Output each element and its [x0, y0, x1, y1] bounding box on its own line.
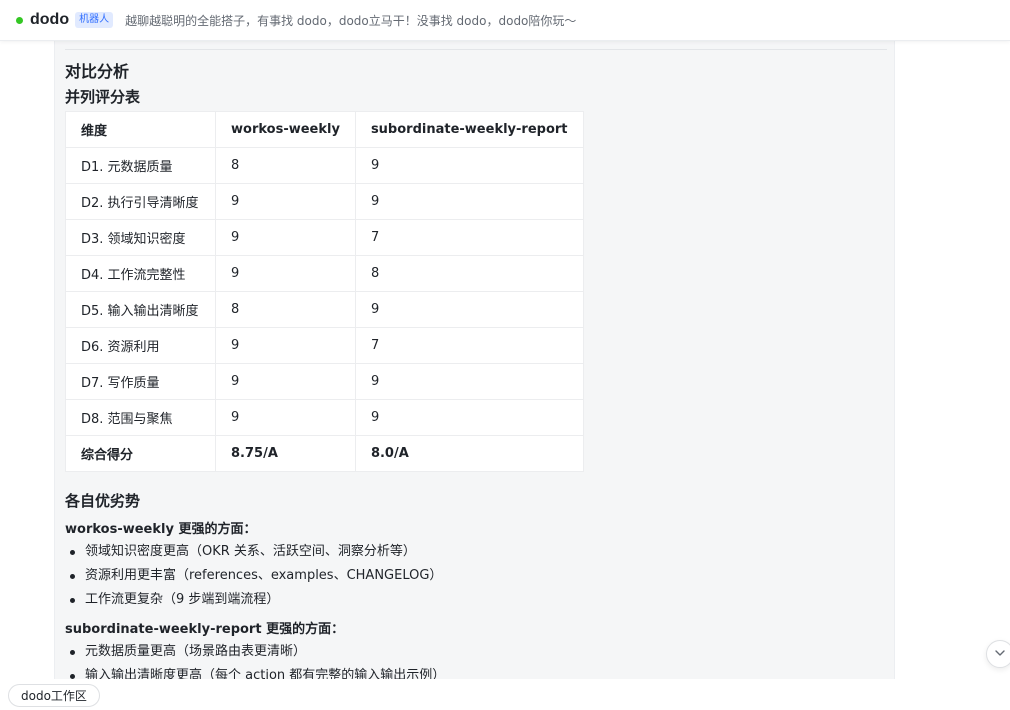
score-cell: 9 [354, 291, 584, 328]
score-cell: 9 [215, 327, 356, 364]
score-cell: 9 [354, 147, 584, 184]
score-cell: 8 [354, 255, 584, 292]
score-cell: 8 [215, 291, 356, 328]
bot-name[interactable]: dodo [30, 11, 69, 29]
workspace-button[interactable]: dodo工作区 [8, 684, 100, 707]
score-cell: 9 [215, 399, 356, 436]
score-cell: 9 [215, 255, 356, 292]
bot-badge: 机器人 [75, 12, 114, 28]
total-score: 8.75/A [215, 435, 356, 472]
score-cell: 9 [354, 399, 584, 436]
list-item: 输入输出清晰度更高（每个 action 都有完整的输入输出示例） [65, 664, 445, 679]
total-label: 综合得分 [65, 435, 216, 472]
list-item: 资源利用更丰富（references、examples、CHANGELOG） [65, 564, 442, 588]
table-row: D3. 领域知识密度 9 7 [65, 219, 584, 256]
scroll-to-bottom-button[interactable] [986, 640, 1010, 668]
header-dimension: 维度 [65, 111, 216, 148]
dimension-cell: D6. 资源利用 [65, 327, 216, 364]
group-list-subordinate: 元数据质量更高（场景路由表更清晰） 输入输出清晰度更高（每个 action 都有… [65, 640, 445, 679]
dimension-cell: D2. 执行引导清晰度 [65, 183, 216, 220]
score-cell: 7 [354, 327, 584, 364]
dimension-cell: D1. 元数据质量 [65, 147, 216, 184]
score-cell: 9 [354, 183, 584, 220]
score-cell: 9 [215, 363, 356, 400]
score-cell: 9 [215, 219, 356, 256]
list-item: 工作流更复杂（9 步端到端流程） [65, 588, 442, 612]
header-subordinate-weekly-report: subordinate-weekly-report [354, 111, 584, 148]
total-row: 综合得分 8.75/A 8.0/A [65, 435, 584, 472]
score-cell: 9 [215, 183, 356, 220]
group-list-workos: 领域知识密度更高（OKR 关系、活跃空间、洞察分析等） 资源利用更丰富（refe… [65, 540, 442, 612]
total-score: 8.0/A [354, 435, 584, 472]
message-content: 对比分析 并列评分表 维度 workos-weekly subordinate-… [54, 41, 895, 679]
dimension-cell: D3. 领域知识密度 [65, 219, 216, 256]
table-row: D1. 元数据质量 8 9 [65, 147, 584, 184]
dimension-cell: D5. 输入输出清晰度 [65, 291, 216, 328]
bottom-bar: dodo工作区 [0, 679, 1010, 710]
chat-app: dodo 机器人 越聊越聪明的全能搭子，有事找 dodo，dodo立马干！没事找… [0, 0, 1010, 710]
right-margin [895, 41, 1010, 679]
score-cell: 9 [354, 363, 584, 400]
bot-description: 越聊越聪明的全能搭子，有事找 dodo，dodo立马干！没事找 dodo，dod… [125, 13, 577, 28]
chevron-down-icon [993, 645, 1007, 664]
score-table: 维度 workos-weekly subordinate-weekly-repo… [65, 111, 584, 472]
score-cell: 8 [215, 147, 356, 184]
chat-header: dodo 机器人 越聊越聪明的全能搭子，有事找 dodo，dodo立马干！没事找… [0, 0, 1010, 41]
table-row: D4. 工作流完整性 9 8 [65, 255, 584, 292]
header-workos-weekly: workos-weekly [215, 111, 356, 148]
online-status-dot [16, 16, 23, 24]
table-row: D6. 资源利用 9 7 [65, 327, 584, 364]
dimension-cell: D8. 范围与聚焦 [65, 399, 216, 436]
list-item: 元数据质量更高（场景路由表更清晰） [65, 640, 445, 664]
score-cell: 7 [354, 219, 584, 256]
section-title: 对比分析 [65, 62, 130, 81]
table-row: D8. 范围与聚焦 9 9 [65, 399, 584, 436]
table-header-row: 维度 workos-weekly subordinate-weekly-repo… [65, 111, 584, 148]
pros-cons-title: 各自优劣势 [65, 492, 141, 510]
left-margin [0, 41, 54, 679]
dimension-cell: D4. 工作流完整性 [65, 255, 216, 292]
table-row: D7. 写作质量 9 9 [65, 363, 584, 400]
table-title: 并列评分表 [65, 88, 141, 106]
divider [65, 49, 887, 50]
group-title-subordinate: subordinate-weekly-report 更强的方面： [65, 622, 345, 637]
table-row: D2. 执行引导清晰度 9 9 [65, 183, 584, 220]
dimension-cell: D7. 写作质量 [65, 363, 216, 400]
list-item: 领域知识密度更高（OKR 关系、活跃空间、洞察分析等） [65, 540, 442, 564]
group-title-workos: workos-weekly 更强的方面： [65, 522, 257, 537]
table-row: D5. 输入输出清晰度 8 9 [65, 291, 584, 328]
